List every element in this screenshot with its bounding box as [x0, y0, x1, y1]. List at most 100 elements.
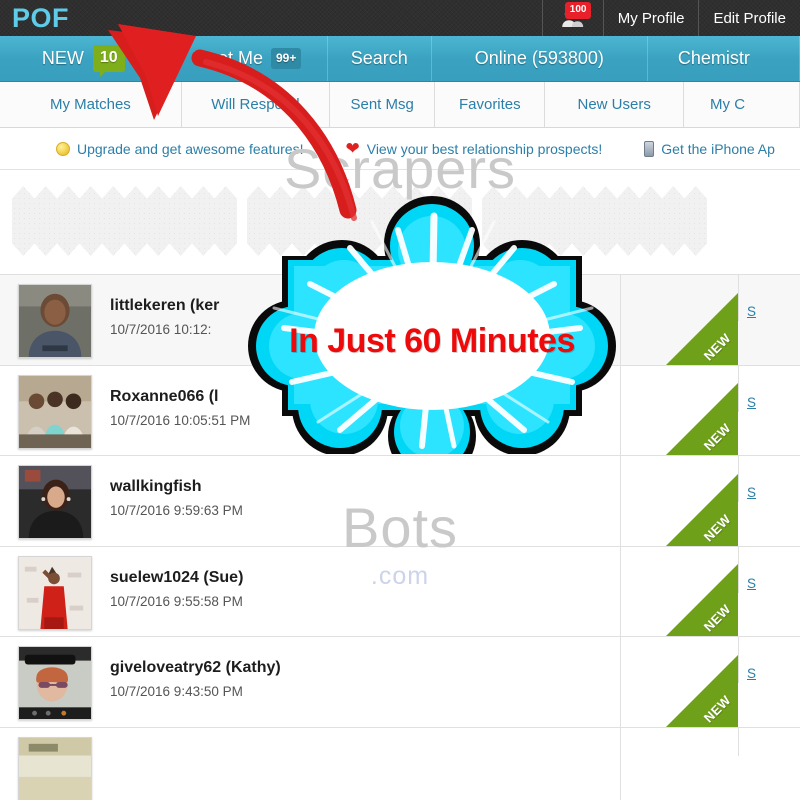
username[interactable]: littlekeren (ker — [110, 297, 620, 315]
row-info: Roxanne066 (l 10/7/2016 10:05:51 PM — [110, 366, 620, 428]
nav-item-online-label: Online (593800) — [474, 48, 604, 68]
avatar-cell — [0, 275, 110, 358]
username[interactable]: giveloveatry62 (Kathy) — [110, 659, 620, 677]
pof-logo[interactable]: POF — [0, 4, 69, 32]
promo-upgrade-label: Upgrade and get awesome features! — [77, 140, 304, 157]
row-action-cell: S — [738, 546, 800, 593]
sub-navigation: My Matches Will Respond Sent Msg Favorit… — [0, 82, 800, 128]
nav-item-online[interactable]: Online (593800) — [432, 36, 648, 81]
send-message-link[interactable]: S — [747, 304, 756, 319]
timestamp: 10/7/2016 9:43:50 PM — [110, 684, 243, 699]
username[interactable]: suelew1024 (Sue) — [110, 569, 620, 587]
send-message-link[interactable]: S — [747, 395, 756, 410]
avatar-cell — [0, 547, 110, 630]
tab-new-users[interactable]: New Users — [545, 82, 685, 127]
match-list: littlekeren (ker 10/7/2016 10:12: NEW S — [0, 274, 800, 800]
row-info: wallkingfish 10/7/2016 9:59:63 PM — [110, 456, 620, 518]
nav-item-meet-me[interactable]: Meet Me 99+ — [168, 36, 328, 81]
timestamp: 10/7/2016 9:59:63 PM — [110, 503, 243, 518]
avatar[interactable] — [18, 374, 92, 449]
tab-sent-msg[interactable]: Sent Msg — [330, 82, 436, 127]
decorative-banner-row — [0, 170, 800, 274]
top-header-bar: POF 100 My Profile Edit Profile — [0, 0, 800, 36]
new-badge-cell: NEW — [620, 365, 738, 455]
new-corner-ribbon — [666, 292, 738, 365]
row-action-cell: S — [738, 275, 800, 321]
avatar-cell — [0, 456, 110, 539]
table-row[interactable]: littlekeren (ker 10/7/2016 10:12: NEW S — [0, 275, 800, 366]
send-message-link[interactable]: S — [747, 485, 756, 500]
nav-item-chemistry-label: Chemistr — [677, 48, 750, 68]
row-action-cell: S — [738, 637, 800, 683]
row-info: littlekeren (ker 10/7/2016 10:12: — [110, 275, 620, 337]
avatar-cell — [0, 637, 110, 720]
new-corner-ribbon — [666, 473, 738, 546]
new-corner-ribbon — [666, 654, 738, 727]
avatar[interactable] — [18, 555, 92, 630]
my-profile-link[interactable]: My Profile — [602, 0, 699, 36]
decorative-zigzag-left — [12, 186, 237, 256]
table-row[interactable] — [0, 727, 800, 800]
send-message-link[interactable]: S — [747, 576, 756, 591]
new-corner-ribbon — [666, 383, 738, 455]
nav-item-chemistry[interactable]: Chemistr — [648, 36, 800, 81]
heart-icon: ❤ — [345, 139, 360, 158]
timestamp: 10/7/2016 10:12: — [110, 322, 212, 337]
timestamp: 10/7/2016 10:05:51 PM — [110, 412, 251, 428]
decorative-zigzag-center — [247, 186, 472, 256]
tab-my-matches[interactable]: My Matches — [0, 82, 182, 127]
tab-my-chemistry[interactable]: My C — [684, 82, 800, 127]
table-row[interactable]: wallkingfish 10/7/2016 9:59:63 PM NEW S — [0, 456, 800, 547]
nav-item-new-label: NEW — [41, 48, 84, 68]
new-badge-cell: NEW — [620, 546, 738, 636]
nav-item-new[interactable]: NEW 10 — [0, 36, 168, 81]
new-badge-cell: NEW — [620, 637, 738, 727]
top-header-right: 100 My Profile Edit Profile — [541, 0, 800, 36]
row-action-cell: S — [738, 456, 800, 502]
nav-meet-me-badge: 99+ — [270, 48, 302, 69]
avatar[interactable] — [18, 465, 92, 539]
promo-prospects-link[interactable]: ❤ View your best relationship prospects! — [345, 140, 602, 157]
promo-upgrade-link[interactable]: Upgrade and get awesome features! — [56, 141, 303, 157]
row-info: giveloveatry62 (Kathy) 10/7/2016 9:43:50… — [110, 637, 620, 699]
avatar-cell — [0, 728, 110, 800]
avatar[interactable] — [18, 284, 92, 358]
new-corner-ribbon — [666, 564, 738, 636]
row-action-cell — [738, 727, 800, 756]
new-badge-cell: NEW — [620, 275, 738, 365]
row-action-cell: S — [738, 365, 800, 412]
promo-iphone-app-link[interactable]: Get the iPhone Ap — [644, 140, 775, 157]
row-info: suelew1024 (Sue) 10/7/2016 9:55:58 PM — [110, 547, 620, 609]
coin-icon — [56, 141, 70, 156]
avatar[interactable] — [18, 736, 92, 800]
tab-will-respond[interactable]: Will Respond — [182, 82, 331, 127]
app-window: POF 100 My Profile Edit Profile NEW 10 M… — [0, 0, 800, 800]
decorative-zigzag-right — [482, 186, 707, 256]
promo-prospects-label: View your best relationship prospects! — [366, 140, 603, 157]
table-row[interactable]: giveloveatry62 (Kathy) 10/7/2016 9:43:50… — [0, 637, 800, 728]
table-row[interactable]: Roxanne066 (l 10/7/2016 10:05:51 PM NEW … — [0, 365, 800, 456]
username[interactable]: Roxanne066 (l — [110, 388, 620, 406]
avatar-cell — [0, 366, 110, 449]
new-badge-cell: NEW — [620, 456, 738, 546]
main-navigation: NEW 10 Meet Me 99+ Search Online (593800… — [0, 36, 800, 82]
promo-iphone-app-label: Get the iPhone Ap — [661, 140, 775, 157]
avatar[interactable] — [18, 646, 92, 720]
edit-profile-link[interactable]: Edit Profile — [698, 0, 800, 36]
send-message-link[interactable]: S — [747, 666, 756, 681]
phone-icon — [644, 140, 655, 157]
nav-item-search[interactable]: Search — [328, 36, 432, 81]
nav-item-search-label: Search — [350, 48, 408, 68]
timestamp: 10/7/2016 9:55:58 PM — [110, 593, 243, 609]
table-row[interactable]: suelew1024 (Sue) 10/7/2016 9:55:58 PM NE… — [0, 546, 800, 637]
nav-item-meet-me-label: Meet Me — [192, 48, 263, 68]
tab-favorites[interactable]: Favorites — [435, 82, 546, 127]
friends-count-badge: 100 — [564, 2, 592, 19]
main-content: littlekeren (ker 10/7/2016 10:12: NEW S — [0, 170, 800, 800]
new-badge-cell — [620, 727, 738, 800]
username[interactable]: wallkingfish — [110, 478, 620, 496]
nav-new-badge: 10 — [92, 45, 125, 77]
friends-notifications-button[interactable]: 100 — [541, 0, 603, 36]
promo-bar: Upgrade and get awesome features! ❤ View… — [0, 128, 800, 170]
row-info — [110, 728, 620, 757]
